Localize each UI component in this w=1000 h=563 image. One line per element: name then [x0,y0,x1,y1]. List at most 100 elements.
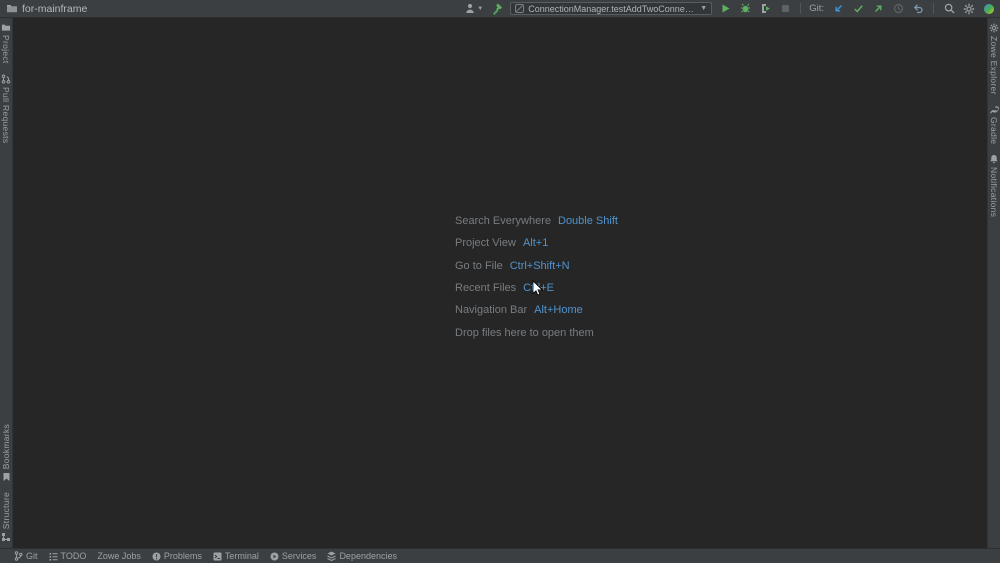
project-folder-icon [6,3,18,14]
toolwindow-label: Terminal [225,551,259,561]
run-configuration-name: ConnectionManager.testAddTwoConnectionsW… [528,4,696,14]
toolwindow-terminal[interactable]: Terminal [213,551,259,561]
dependencies-icon [327,551,336,561]
sidebar-item-notifications[interactable]: Notifications [989,154,999,217]
profile-sphere-icon [983,3,995,15]
git-branch-icon [14,551,23,561]
hint-label: Go to File [455,260,503,272]
project-widget[interactable]: for-mainframe [6,3,87,15]
right-tool-stripe: Zowe Explorer Gradle Notifications [987,18,1000,548]
bottom-tool-bar: Git TODO Zowe Jobs Problems [0,548,1000,563]
hint-keys: Alt+Home [534,304,583,316]
toolbar-separator [933,3,934,14]
settings-button[interactable] [962,2,976,16]
bug-icon [740,3,751,14]
hint-row: Navigation Bar Alt+Home [455,299,618,321]
push-button[interactable] [871,2,885,16]
sidebar-item-project[interactable]: Project [1,23,11,64]
sidebar-item-label: Zowe Explorer [989,36,999,95]
arrow-down-left-icon [833,3,844,14]
hint-label: Recent Files [455,282,516,294]
update-project-button[interactable] [831,2,845,16]
toolwindow-dependencies[interactable]: Dependencies [327,551,397,561]
project-icon [1,23,11,32]
hint-keys: Ctrl+Shift+N [510,260,570,272]
problems-icon [152,552,161,561]
left-tool-stripe: Project Pull Requests [0,18,13,548]
main-toolbar: ▼ ConnectionManager.testAddTwoConnection… [464,2,996,16]
run-config-icon [515,4,524,13]
gradle-elephant-icon [989,105,1000,114]
hint-label: Project View [455,237,516,249]
editor-empty-area[interactable]: Search Everywhere Double Shift Project V… [13,18,987,548]
pull-request-icon [1,74,11,84]
sidebar-item-label: Structure [1,492,11,529]
arrow-up-right-icon [873,3,884,14]
todo-list-icon [49,552,58,561]
stop-icon [781,4,790,13]
bookmark-icon [2,472,11,482]
structure-icon [1,532,11,542]
hint-label: Navigation Bar [455,304,527,316]
sidebar-item-structure[interactable]: Structure [1,492,11,542]
build-project-button[interactable] [490,2,504,16]
project-name: for-mainframe [22,3,87,15]
chevron-down-icon: ▼ [477,6,483,12]
main-area: Project Pull Requests [0,18,1000,548]
sidebar-item-gradle[interactable]: Gradle [989,105,1000,144]
search-everywhere-button[interactable] [942,2,956,16]
commit-button[interactable] [851,2,865,16]
toolwindow-label: Services [282,551,317,561]
sidebar-item-bookmarks[interactable]: Bookmarks [1,424,11,482]
hint-keys: Alt+1 [523,237,548,249]
run-with-coverage-button[interactable] [758,2,772,16]
run-configuration-select[interactable]: ConnectionManager.testAddTwoConnectionsW… [510,2,712,15]
hint-row: Recent Files Ctrl+E [455,277,618,299]
hint-row: Search Everywhere Double Shift [455,210,618,232]
hint-keys: Ctrl+E [523,282,554,294]
git-toolbar-label: Git: [809,3,824,14]
stop-button [778,2,792,16]
toolwindow-services[interactable]: Services [270,551,317,561]
ide-window: for-mainframe ▼ [0,0,1000,563]
toolwindow-todo[interactable]: TODO [49,551,87,561]
hint-keys: Double Shift [558,215,618,227]
sidebar-item-zowe-explorer[interactable]: Zowe Explorer [989,23,999,95]
sidebar-item-pull-requests[interactable]: Pull Requests [1,74,11,143]
toolwindow-problems[interactable]: Problems [152,551,202,561]
profile-menu-button[interactable]: ▼ [464,2,484,16]
bell-icon [989,154,999,164]
toolbar-separator [800,3,801,14]
services-icon [270,552,279,561]
sidebar-item-label: Pull Requests [1,87,11,143]
sidebar-item-label: Gradle [989,117,999,144]
hint-row: Drop files here to open them [455,321,618,343]
search-icon [944,3,955,14]
hint-label: Search Everywhere [455,215,551,227]
rollback-button[interactable] [911,2,925,16]
toolwindow-label: Zowe Jobs [97,551,141,561]
toolwindow-zowe-jobs[interactable]: Zowe Jobs [97,551,141,561]
user-icon [465,3,476,14]
sidebar-item-label: Bookmarks [1,424,11,469]
gear-icon [963,3,975,15]
debug-button[interactable] [738,2,752,16]
shortcut-hints: Search Everywhere Double Shift Project V… [455,210,618,344]
undo-icon [913,3,924,14]
run-button[interactable] [718,2,732,16]
terminal-icon [213,552,222,561]
chevron-down-icon: ▼ [700,5,707,12]
toolwindow-git[interactable]: Git [14,551,38,561]
code-with-me-button[interactable] [982,2,996,16]
clock-icon [893,3,904,14]
history-button [891,2,905,16]
toolwindow-label: Dependencies [339,551,397,561]
play-icon [720,3,731,14]
titlebar: for-mainframe ▼ [0,0,1000,18]
hint-row: Project View Alt+1 [455,232,618,254]
coverage-icon [760,3,771,14]
hint-row: Go to File Ctrl+Shift+N [455,255,618,277]
check-icon [853,3,864,14]
toolwindow-label: TODO [61,551,87,561]
zowe-explorer-icon [989,23,999,33]
